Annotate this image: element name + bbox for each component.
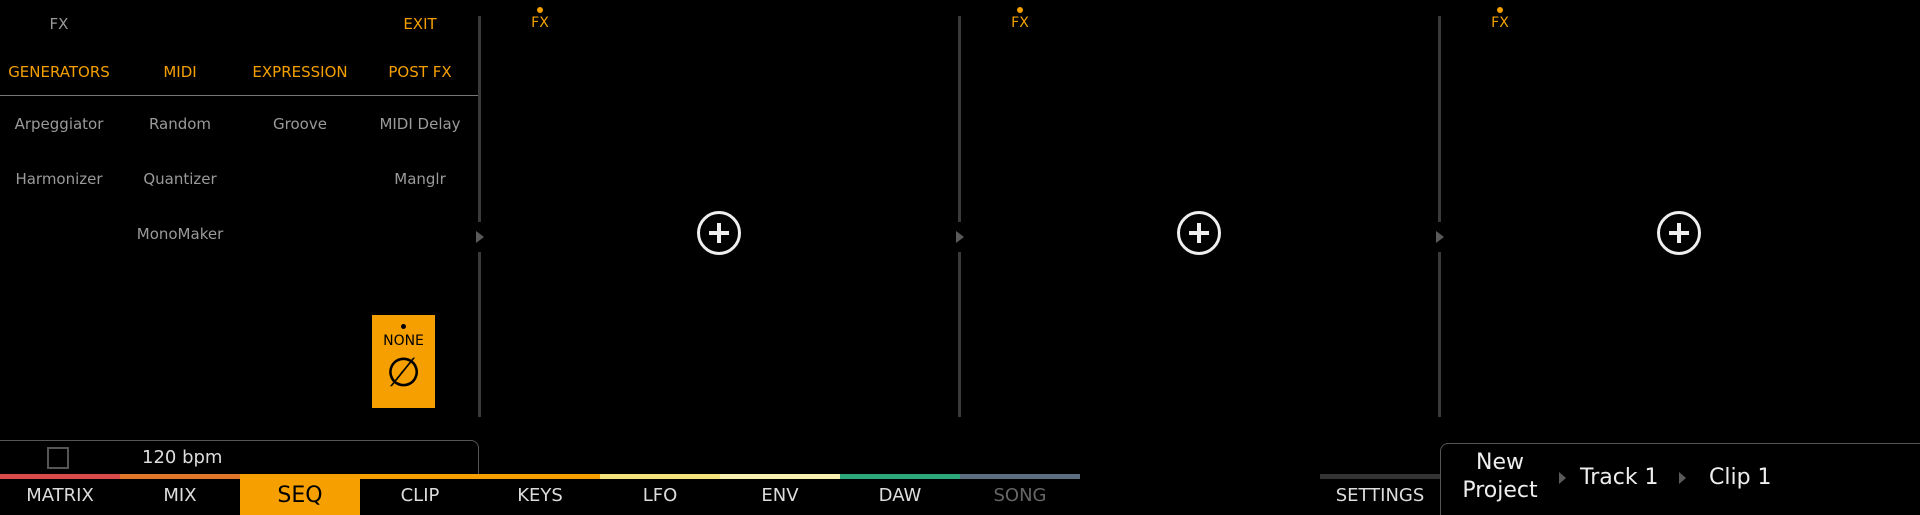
- tab-song[interactable]: SONG: [960, 476, 1080, 515]
- tab-keys[interactable]: KEYS: [480, 476, 600, 515]
- fx-indicator-dot: [1497, 7, 1503, 13]
- slot-separator: [958, 16, 961, 222]
- none-device-button[interactable]: NONE ∅: [372, 315, 435, 408]
- slot-separator: [478, 16, 481, 222]
- add-device-plus-icon[interactable]: [1657, 211, 1701, 255]
- slot-separator: [1438, 16, 1441, 222]
- device-arpeggiator[interactable]: Arpeggiator: [15, 115, 104, 133]
- bpm-display[interactable]: 120 bpm: [142, 447, 222, 468]
- project-name-line-2: Project: [1462, 478, 1538, 503]
- breadcrumb-project[interactable]: New Project: [1446, 449, 1554, 505]
- tab-mix[interactable]: MIX: [120, 476, 240, 515]
- device-random[interactable]: Random: [149, 115, 211, 133]
- none-label: NONE: [383, 333, 424, 349]
- slot-separator: [958, 252, 961, 417]
- empty-set-icon: ∅: [386, 350, 421, 396]
- metronome-checkbox[interactable]: [47, 447, 69, 469]
- selected-dot-icon: [401, 324, 406, 329]
- slot-separator: [478, 252, 481, 417]
- category-expression[interactable]: EXPRESSION: [252, 63, 347, 81]
- category-midi[interactable]: MIDI: [163, 63, 196, 81]
- category-divider: [0, 95, 478, 96]
- breadcrumb-clip[interactable]: Clip 1: [1709, 465, 1772, 490]
- exit-button[interactable]: EXIT: [403, 15, 436, 33]
- tab-env[interactable]: ENV: [720, 476, 840, 515]
- slot-fx-label: FX: [531, 15, 549, 31]
- add-device-plus-icon[interactable]: [697, 211, 741, 255]
- slot-fx-label: FX: [1491, 15, 1509, 31]
- tab-daw[interactable]: DAW: [840, 476, 960, 515]
- fx-title: FX: [49, 15, 69, 33]
- slot-fx-label: FX: [1011, 15, 1029, 31]
- chain-arrow-icon: [476, 231, 484, 243]
- tab-matrix[interactable]: MATRIX: [0, 476, 120, 515]
- device-harmonizer[interactable]: Harmonizer: [15, 170, 102, 188]
- device-quantizer[interactable]: Quantizer: [143, 170, 216, 188]
- tab-lfo[interactable]: LFO: [600, 476, 720, 515]
- breadcrumb-chevron-icon: [1679, 472, 1686, 484]
- device-groove[interactable]: Groove: [273, 115, 327, 133]
- settings-button[interactable]: SETTINGS: [1320, 476, 1440, 515]
- device-midi-delay[interactable]: MIDI Delay: [379, 115, 460, 133]
- fx-indicator-dot: [1017, 7, 1023, 13]
- fx-indicator-dot: [537, 7, 543, 13]
- category-generators[interactable]: GENERATORS: [8, 63, 110, 81]
- device-manglr[interactable]: Manglr: [394, 170, 446, 188]
- add-device-plus-icon[interactable]: [1177, 211, 1221, 255]
- breadcrumb-chevron-icon: [1559, 472, 1566, 484]
- category-post-fx[interactable]: POST FX: [388, 63, 451, 81]
- slot-separator: [1438, 252, 1441, 417]
- tab-clip[interactable]: CLIP: [360, 476, 480, 515]
- device-monomaker[interactable]: MonoMaker: [137, 225, 223, 243]
- breadcrumb-track[interactable]: Track 1: [1580, 465, 1659, 490]
- transport-bar: [0, 440, 479, 474]
- chain-arrow-icon: [1436, 231, 1444, 243]
- tab-seq[interactable]: SEQ: [240, 476, 360, 515]
- chain-arrow-icon: [956, 231, 964, 243]
- project-name-line-1: New: [1476, 450, 1524, 475]
